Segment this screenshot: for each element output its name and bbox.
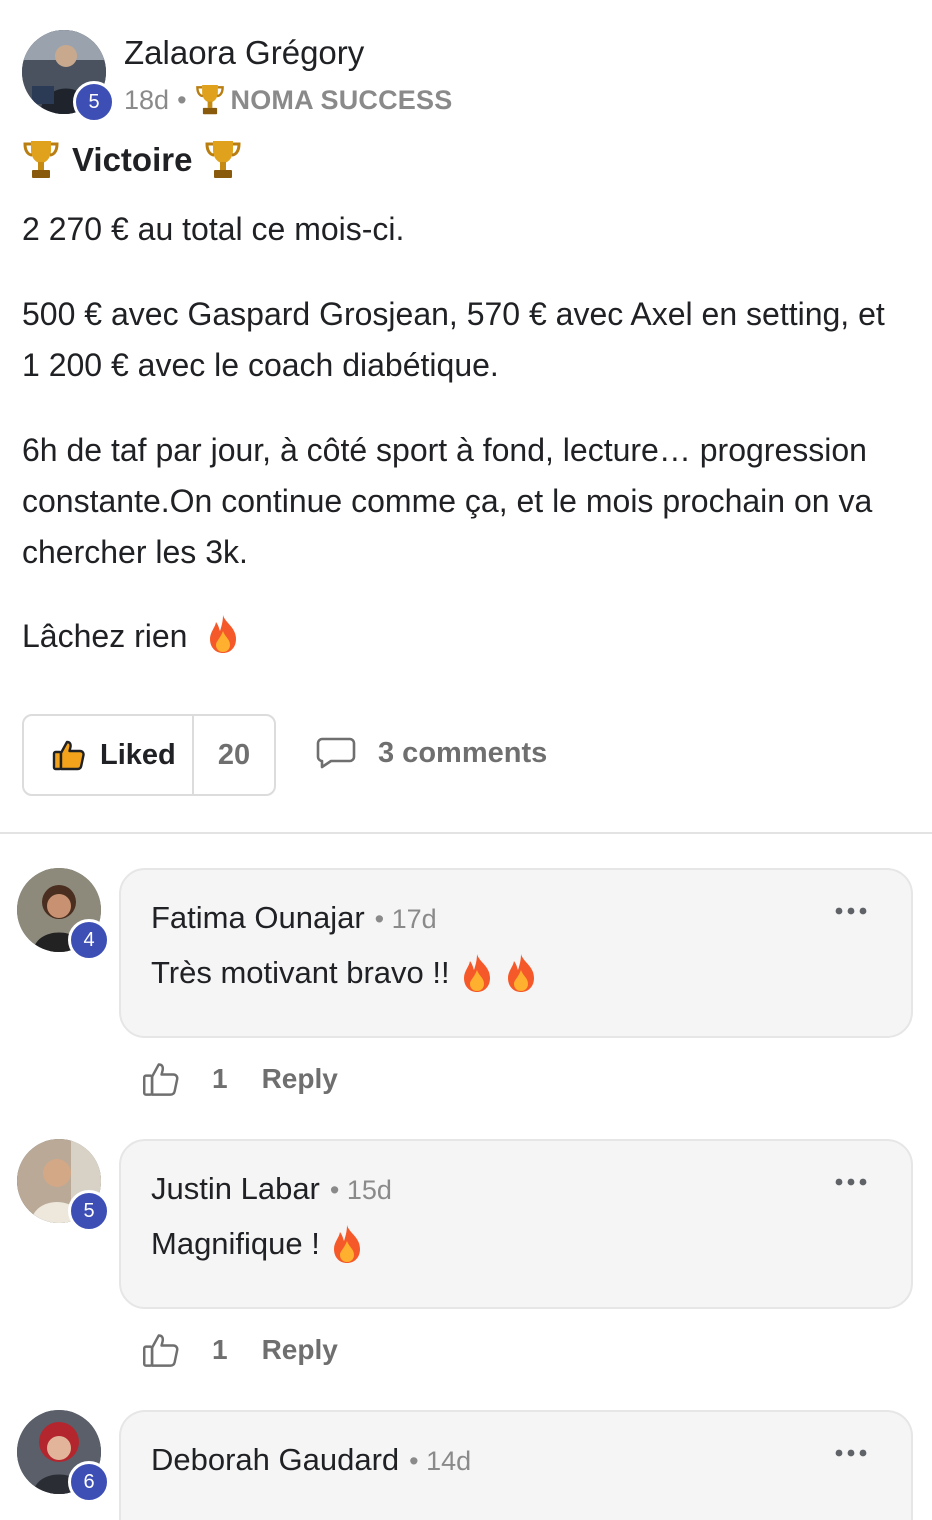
post-title: Victoire [22,138,242,182]
separator-dot: • [177,84,187,115]
post-paragraph: 500 € avec Gaspard Grosjean, 570 € avec … [22,296,885,383]
fire-icon [507,954,534,992]
comment-time: • 14d [409,1446,472,1476]
comment-like-count: 1 [212,1063,228,1094]
comment-text: Magnifique ! [151,1223,364,1265]
comment-header: Deborah Gaudard • 14d [151,1442,471,1478]
trophy-icon [23,141,59,178]
author-level-badge: 5 [73,81,115,123]
more-options-icon[interactable] [835,1177,867,1187]
thumbs-up-icon[interactable] [142,1060,180,1098]
reply-button[interactable]: Reply [262,1334,338,1366]
post-meta: 18d • NOMA SUCCESS [124,82,452,118]
comment-time: • 17d [374,904,437,934]
comment-like-count: 1 [212,1334,228,1365]
commenter-name[interactable]: Justin Labar [151,1171,320,1207]
post-time: 18d [124,84,170,115]
commenter-name[interactable]: Fatima Ounajar [151,900,365,936]
post-paragraph-text: Lâchez rien [22,618,188,654]
comment-header: Justin Labar • 15d [151,1171,392,1207]
fire-icon [463,954,490,992]
comment-time: • 15d [329,1175,392,1205]
comment-text: Très motivant bravo !! [151,952,538,994]
commenter-level-badge: 4 [68,919,110,961]
author-name[interactable]: Zalaora Grégory [124,34,364,72]
comment-actions: 1 Reply [142,1331,338,1369]
comments-count-label: 3 comments [378,736,548,769]
post-paragraph: 2 270 € au total ce mois-ci. [22,211,405,247]
like-button[interactable]: Liked [24,716,194,794]
fire-icon [333,1225,360,1263]
trophy-icon [195,85,224,115]
post-category[interactable]: NOMA SUCCESS [231,85,453,116]
comments-link[interactable]: 3 comments [316,736,547,770]
like-label: Liked [100,738,176,771]
trophy-icon [205,141,241,178]
post-paragraph-last: Lâchez rien [22,611,922,662]
thumbs-up-icon[interactable] [142,1331,180,1369]
like-count[interactable]: 20 [194,739,274,772]
comment-bubble: Deborah Gaudard • 14d [119,1410,913,1520]
comment-actions: 1 Reply [142,1060,338,1098]
comment-text-content: Magnifique ! [151,1226,320,1261]
post-title-text: Victoire [72,141,193,178]
comment-bubble: Fatima Ounajar • 17d Très motivant bravo… [119,868,913,1038]
like-button-group: Liked 20 [22,714,276,796]
comment-icon [316,737,356,769]
reply-button[interactable]: Reply [262,1063,338,1095]
comment-header: Fatima Ounajar • 17d [151,900,437,936]
more-options-icon[interactable] [835,1448,867,1458]
fire-icon [210,615,237,653]
comment-text-content: Très motivant bravo !! [151,955,450,990]
commenter-name[interactable]: Deborah Gaudard [151,1442,399,1478]
thumbs-up-icon [52,740,85,771]
post-paragraph: 6h de taf par jour, à côté sport à fond,… [22,432,873,570]
more-options-icon[interactable] [835,906,867,916]
comment-bubble: Justin Labar • 15d Magnifique ! [119,1139,913,1309]
commenter-level-badge: 6 [68,1461,110,1503]
commenter-level-badge: 5 [68,1190,110,1232]
divider [0,832,932,834]
